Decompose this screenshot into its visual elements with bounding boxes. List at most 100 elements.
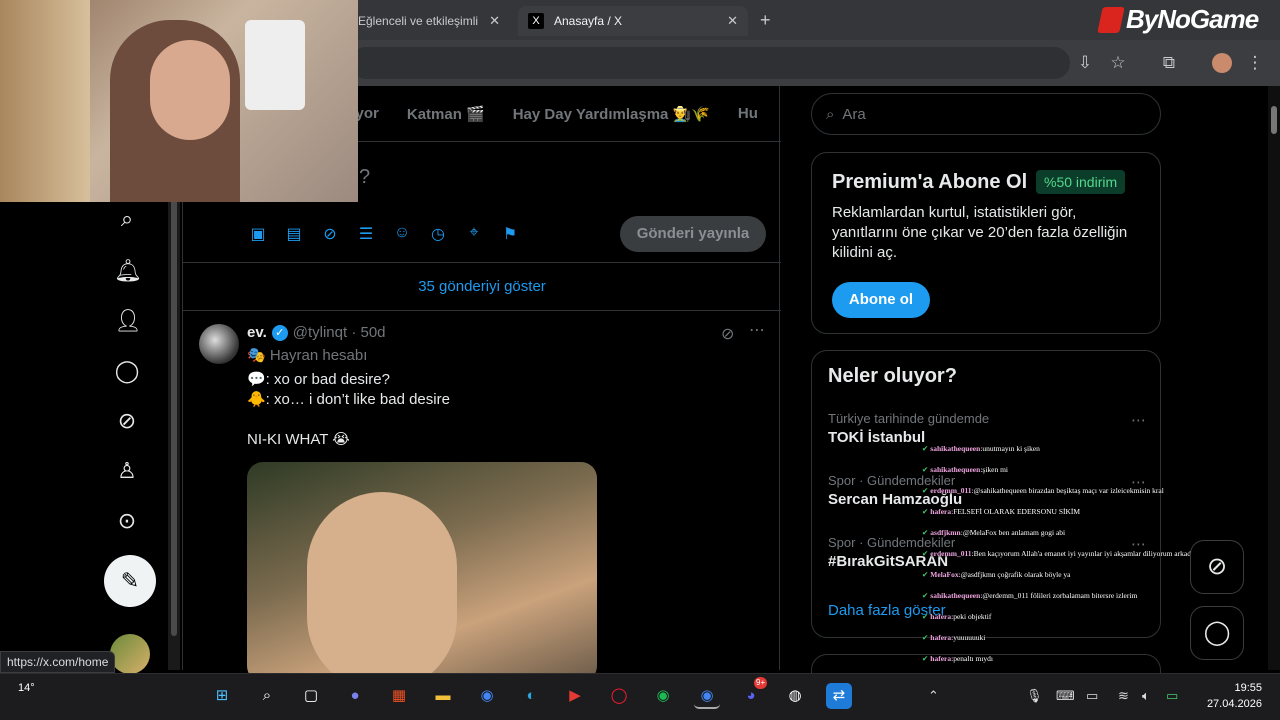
teams-icon[interactable]: ● <box>342 683 368 709</box>
bookmark-star-icon[interactable]: ☆ <box>1107 52 1129 74</box>
tweet-label: 🎭 Hayran hesabı <box>247 347 368 364</box>
search-placeholder: Ara <box>842 105 866 123</box>
account-avatar[interactable] <box>110 634 150 674</box>
tray-overflow-icon[interactable]: ⌃ <box>928 688 939 704</box>
gif-icon[interactable]: ▤ <box>285 224 303 244</box>
display-icon[interactable]: ▭ <box>1086 688 1098 704</box>
webcam-jersey <box>245 20 305 110</box>
close-tab-icon[interactable]: ✕ <box>489 13 500 29</box>
follow-user-icon[interactable]: 👤︎ <box>114 308 142 334</box>
media-player-icon[interactable]: ▶ <box>562 683 588 709</box>
close-tab-icon[interactable]: ✕ <box>727 13 738 29</box>
subscribe-button[interactable]: Abone ol <box>832 282 930 318</box>
grok-icon[interactable]: ⊘ <box>721 324 734 344</box>
tweet[interactable]: ev. ✓ @tylinqt · 50d 🎭 Hayran hesabı 💬: … <box>183 312 781 682</box>
opera-icon[interactable]: ◯ <box>606 683 632 709</box>
chat-badge-icon: ✔ <box>922 549 929 558</box>
chat-badge-icon: ✔ <box>922 570 929 579</box>
link-status-url: https://x.com/home <box>0 651 116 673</box>
tweet-line: 🐥: xo… i don’t like bad desire <box>247 391 450 408</box>
page-scrollbar[interactable] <box>1268 86 1280 670</box>
chat-username: hafera <box>930 654 952 663</box>
show-new-posts[interactable]: 35 gönderiyi göster <box>183 262 781 311</box>
grok-float-button[interactable]: ⊘ <box>1190 540 1244 594</box>
flag-icon[interactable]: ⚑ <box>501 224 519 244</box>
tweet-avatar[interactable] <box>199 324 239 364</box>
volume-icon[interactable]: 🔈︎ <box>1142 688 1150 704</box>
chat-text: :unutmayın ki şiken <box>980 444 1040 453</box>
chat-text: :peki objektif <box>951 612 992 621</box>
x-logo-icon: X <box>528 13 544 29</box>
chat-message: ✔ hafera:penaltı mıydı <box>922 654 993 663</box>
tweet-handle[interactable]: @tylinqt · 50d <box>293 324 386 341</box>
location-icon[interactable]: ⌖ <box>465 224 483 244</box>
chat-username: sahikathequeen <box>930 591 981 600</box>
tweet-line: NI-KI WHAT 😭 <box>247 431 350 448</box>
battery-icon[interactable]: ▭ <box>1166 688 1178 704</box>
store-icon[interactable]: ▦ <box>386 683 412 709</box>
webcam-curtain <box>0 0 90 202</box>
notifications-bell-icon[interactable]: 🔔︎ <box>114 258 142 284</box>
post-submit-button[interactable]: Gönderi yayınla <box>620 216 766 252</box>
windows-start-icon[interactable]: ⊞ <box>209 683 235 709</box>
chrome-profile-icon[interactable]: ◉ <box>694 683 720 709</box>
keyboard-icon[interactable]: ⌨ <box>1056 688 1075 704</box>
grok-icon[interactable]: ⊘ <box>321 224 339 244</box>
messages-float-button[interactable]: ◯ <box>1190 606 1244 660</box>
microphone-icon[interactable]: 🎙︎ <box>1026 688 1043 704</box>
composer-placeholder[interactable]: ? <box>359 166 370 189</box>
search-icon[interactable]: ⌕ <box>114 206 140 232</box>
tweet-line: 💬: xo or bad desire? <box>247 371 390 388</box>
image-icon[interactable]: ▣ <box>249 224 267 244</box>
task-view-icon[interactable]: ▢ <box>298 683 324 709</box>
remote-desktop-icon[interactable]: ⇄ <box>826 683 852 709</box>
poll-icon[interactable]: ☰ <box>357 224 375 244</box>
profile-avatar[interactable] <box>1212 53 1232 73</box>
tweet-media-image[interactable] <box>247 462 597 682</box>
tab-anasayfa-x[interactable]: X Anasayfa / X ✕ <box>518 6 748 36</box>
chat-message: ✔ sahikathequeen:şiken mi <box>922 465 1008 474</box>
discord-icon[interactable]: ◕ 9+ <box>738 677 768 709</box>
address-bar[interactable] <box>350 47 1070 79</box>
tab-hu[interactable]: Hu <box>738 105 758 122</box>
chat-message: ✔ sahikathequeen:unutmayın ki şiken <box>922 444 1040 453</box>
tweet-line <box>247 410 450 430</box>
clock[interactable]: 19:55 27.04.2026 <box>1200 680 1262 712</box>
scrollbar-thumb[interactable] <box>1271 106 1277 134</box>
profile-icon[interactable]: ♙ <box>114 458 140 484</box>
chat-text: :@sahikathequeen birazdan beşiktaş maçı … <box>971 486 1164 495</box>
schedule-icon[interactable]: ◷ <box>429 224 447 244</box>
more-icon[interactable]: ⊙ <box>114 508 140 534</box>
search-icon[interactable]: ⌕ <box>254 683 280 709</box>
obs-icon[interactable]: ◍ <box>782 683 808 709</box>
trend-item[interactable]: Türkiye tarihinde gündemde TOKİ İstanbul… <box>828 411 1146 446</box>
bynogame-logo-icon <box>1097 6 1125 33</box>
messages-icon[interactable]: ◯ <box>114 358 140 384</box>
spotify-icon[interactable]: ◉ <box>650 683 676 709</box>
chrome-icon[interactable]: ◉ <box>474 683 500 709</box>
install-app-icon[interactable]: ⇩ <box>1074 52 1096 74</box>
extensions-icon[interactable]: ⧉ <box>1158 52 1180 74</box>
chat-message: ✔ asdfjkmn:@MelaFox ben anlamam gogi abi <box>922 528 1065 537</box>
menu-kebab-icon[interactable]: ⋮ <box>1244 52 1266 74</box>
compose-post-button[interactable]: ✎ <box>104 555 156 607</box>
tweet-author-name[interactable]: ev. <box>247 324 267 341</box>
chat-username: asdfjkmn <box>930 528 961 537</box>
wifi-icon[interactable]: ≋ <box>1118 688 1129 704</box>
chat-message: ✔ erdemm_011:Ben kaçıyorum Allah'a emanet… <box>922 549 1205 558</box>
tab-eglenceli[interactable]: Eğlenceli ve etkileşimli ✕ <box>350 6 510 36</box>
emoji-icon[interactable]: ☺ <box>393 224 411 244</box>
edge-icon[interactable]: ◐ <box>518 683 544 709</box>
file-explorer-icon[interactable]: ▬ <box>430 683 456 709</box>
search-input[interactable]: ⌕ Ara <box>811 93 1161 135</box>
tab-katman[interactable]: Katman 🎬 <box>407 105 485 123</box>
tab-hay-day[interactable]: Hay Day Yardımlaşma 👨‍🌾🌾 <box>513 105 710 123</box>
grok-icon[interactable]: ⊘ <box>114 408 140 434</box>
windows-taskbar: 14° ⊞ ⌕ ▢ ● ▦ ▬ ◉ ◐ ▶ ◯ ◉ ◉ ◕ 9+ ◍ ⇄ ⌃ 🎙︎… <box>0 673 1280 720</box>
tweet-text: 💬: xo or bad desire? 🐥: xo… i don’t like… <box>247 370 450 450</box>
weather-widget[interactable]: 14° <box>18 682 35 694</box>
more-options-icon[interactable]: ⋯ <box>749 320 765 340</box>
chat-badge-icon: ✔ <box>922 507 929 516</box>
new-tab-button[interactable]: + <box>760 10 771 31</box>
more-options-icon[interactable]: ⋯ <box>1131 411 1146 429</box>
